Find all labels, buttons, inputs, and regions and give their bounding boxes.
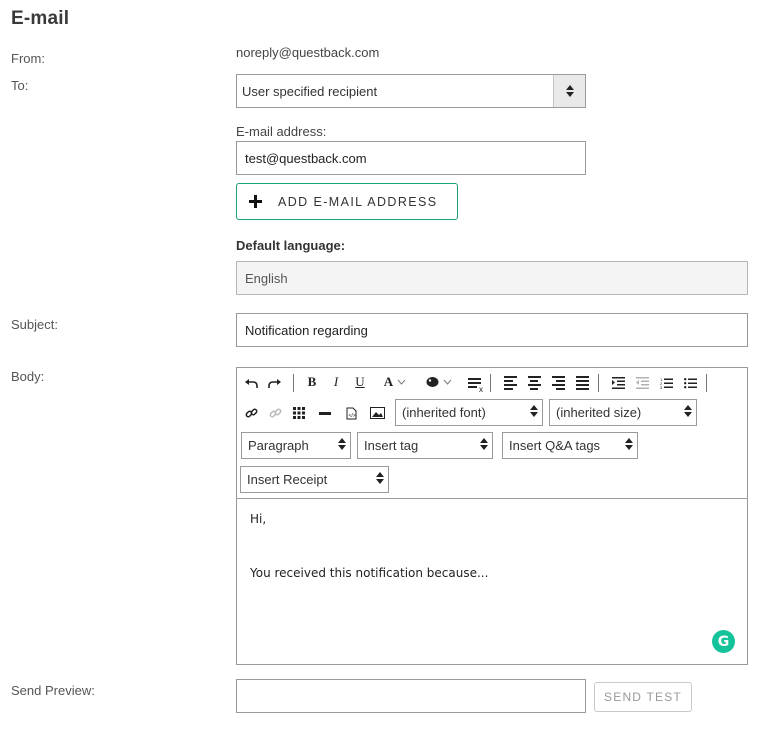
font-family-value: (inherited font) [402,405,486,420]
default-language-value: English [245,271,288,286]
chevron-down-icon [397,379,406,385]
toolbar-separator [293,374,294,392]
grammarly-icon[interactable]: G [712,630,735,653]
insert-qa-tags-select[interactable]: Insert Q&A tags [502,432,638,459]
select-arrows-icon [553,75,585,107]
chevron-down-icon [443,379,452,385]
from-label: From: [11,51,45,66]
align-left-icon[interactable] [502,374,518,392]
plus-icon [249,195,262,208]
body-line-greeting: Hi, [250,512,267,526]
default-language-label: Default language: [236,238,346,253]
font-size-value: (inherited size) [556,405,642,420]
insert-receipt-value: Insert Receipt [247,472,328,487]
add-email-address-label: ADD E-MAIL ADDRESS [278,194,438,209]
font-color-label: A [383,374,394,389]
numbered-list-icon[interactable]: 123 [658,374,674,392]
paragraph-format-value: Paragraph [248,438,309,453]
outdent-icon[interactable] [634,374,650,392]
paint-palette-icon [426,377,439,387]
align-right-icon[interactable] [550,374,566,392]
body-line-text: You received this notification because..… [250,566,489,580]
send-preview-input[interactable] [236,679,586,713]
indent-icon[interactable] [610,374,626,392]
insert-tag-select[interactable]: Insert tag [357,432,493,459]
select-arrows-icon [376,472,384,484]
insert-receipt-select[interactable]: Insert Receipt [240,466,389,493]
paragraph-format-select[interactable]: Paragraph [241,432,351,459]
svg-text:3: 3 [660,385,663,389]
align-center-icon[interactable] [526,374,542,392]
svg-text:</>: </> [348,413,355,419]
table-icon[interactable] [290,404,308,422]
email-address-value: test@questback.com [245,151,367,166]
link-icon[interactable] [242,404,260,422]
body-label: Body: [11,369,45,384]
insert-tag-value: Insert tag [364,438,419,453]
insert-qa-tags-value: Insert Q&A tags [509,438,601,453]
subject-input[interactable]: Notification regarding [236,313,748,347]
clear-formatting-icon[interactable]: x [465,374,483,394]
bullet-list-icon[interactable] [682,374,698,392]
select-arrows-icon [530,405,538,417]
send-preview-label: Send Preview: [11,683,95,698]
unlink-icon[interactable] [266,404,284,422]
bold-button[interactable]: B [304,373,320,391]
toolbar-separator [598,374,599,392]
background-color-button[interactable] [423,373,455,391]
to-label: To: [11,78,29,93]
body-content-area[interactable]: Hi, You received this notification becau… [237,498,747,665]
toolbar-separator [490,374,491,392]
image-icon[interactable] [368,404,386,422]
default-language-field: English [236,261,748,295]
horizontal-line-icon[interactable] [316,404,334,422]
align-justify-icon[interactable] [574,374,590,392]
from-value: noreply@questback.com [236,45,380,60]
send-test-button[interactable]: SEND TEST [594,682,692,712]
undo-icon[interactable] [242,374,260,392]
subject-label: Subject: [11,317,58,332]
select-arrows-icon [338,438,346,450]
rich-text-editor: B I U A x 123 </> (inherited font) (inhe… [236,367,748,665]
redo-icon[interactable] [266,374,284,392]
email-address-input[interactable]: test@questback.com [236,141,586,175]
select-arrows-icon [480,438,488,450]
underline-button[interactable]: U [352,373,368,391]
recipient-select[interactable]: User specified recipient [236,74,586,108]
add-email-address-button[interactable]: ADD E-MAIL ADDRESS [236,183,458,220]
email-address-label: E-mail address: [236,124,327,139]
italic-button[interactable]: I [328,373,344,391]
source-code-icon[interactable]: </> [342,404,360,422]
page-title: E-mail [11,8,70,29]
recipient-select-value: User specified recipient [242,84,378,99]
subject-value: Notification regarding [245,323,368,338]
font-size-select[interactable]: (inherited size) [549,399,697,426]
select-arrows-icon [684,405,692,417]
font-family-select[interactable]: (inherited font) [395,399,543,426]
font-color-button[interactable]: A [380,373,410,391]
toolbar-separator [706,374,707,392]
select-arrows-icon [625,438,633,450]
